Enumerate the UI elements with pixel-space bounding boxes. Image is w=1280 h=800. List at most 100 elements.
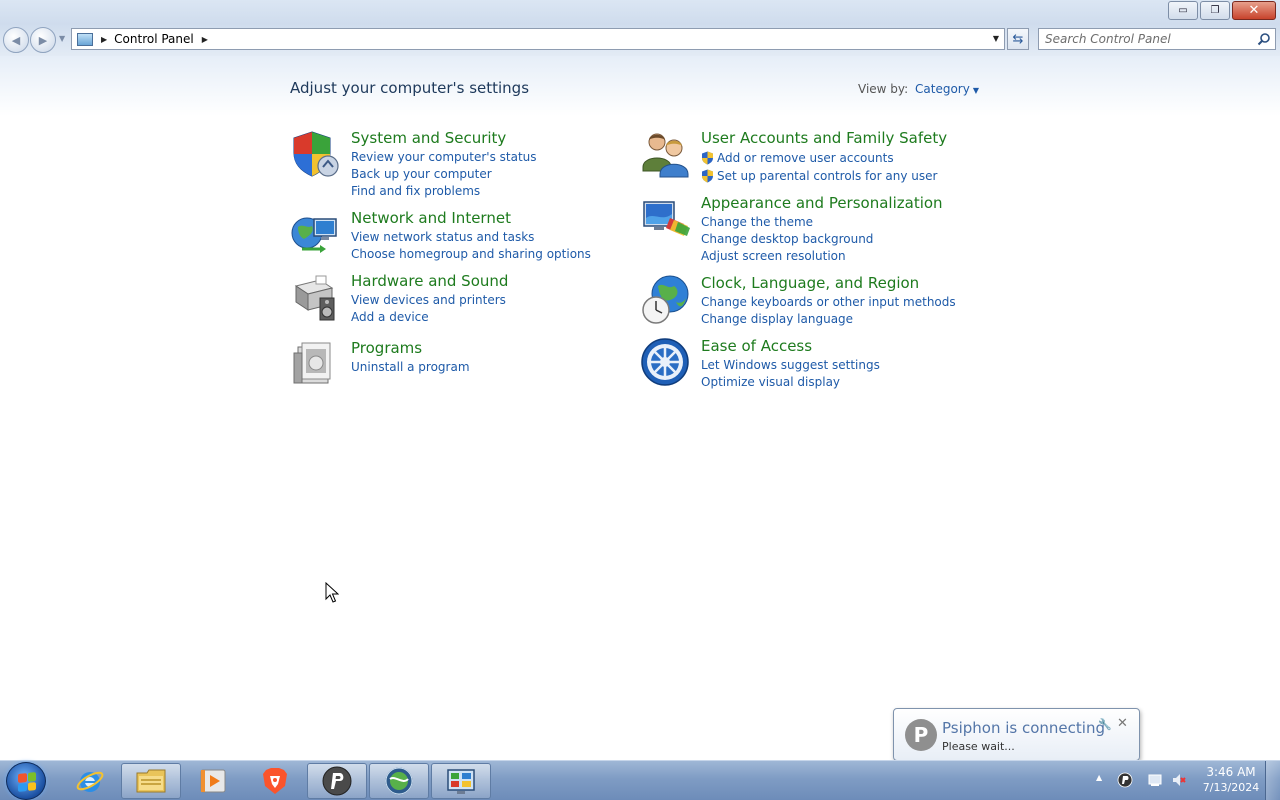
network-globe-icon[interactable] (290, 209, 340, 259)
view-by-label: View by: (858, 82, 909, 96)
category-link[interactable]: Review your computer's status (351, 149, 537, 166)
category-link[interactable]: Let Windows suggest settings (701, 357, 880, 374)
category-link[interactable]: Change the theme (701, 214, 873, 231)
refresh-button[interactable]: ⇆ (1007, 28, 1029, 50)
ease-of-access-icon[interactable] (640, 337, 690, 387)
category-title[interactable]: Programs (351, 339, 422, 357)
uac-shield-icon (702, 169, 713, 183)
maximize-icon: ❐ (1210, 5, 1220, 16)
category-title[interactable]: Hardware and Sound (351, 272, 508, 290)
category-link[interactable]: Add a device (351, 309, 506, 326)
notification-message: Please wait... (942, 740, 1015, 753)
wrench-icon[interactable]: 🔧 (1098, 718, 1112, 731)
brave-icon (263, 768, 287, 794)
clock-time: 3:46 AM (1206, 765, 1256, 779)
category-link[interactable]: Back up your computer (351, 166, 537, 183)
category-link[interactable]: Change keyboards or other input methods (701, 294, 956, 311)
psiphon-notification[interactable]: P Psiphon is connecting Please wait... 🔧… (893, 708, 1140, 770)
navigation-bar: ◀ ▶ ▼ ▶ Control Panel ▶ ▼ ⇆ (0, 24, 1280, 56)
category-link[interactable]: Add or remove user accounts (701, 149, 937, 167)
category-link[interactable]: Adjust screen resolution (701, 248, 873, 265)
taskbar-psiphon[interactable] (307, 763, 367, 799)
notification-title: Psiphon is connecting (942, 719, 1105, 737)
category-link[interactable]: Find and fix problems (351, 183, 537, 200)
printer-speaker-icon[interactable] (290, 272, 340, 322)
network-globe-app-icon (385, 767, 413, 795)
file-explorer-icon (136, 769, 166, 793)
breadcrumb-control-panel[interactable]: Control Panel (114, 32, 194, 46)
taskbar (0, 760, 1280, 800)
taskbar-internet-explorer[interactable] (60, 763, 120, 799)
category-title[interactable]: System and Security (351, 129, 506, 147)
category-link[interactable]: Optimize visual display (701, 374, 880, 391)
search-icon[interactable] (1257, 32, 1271, 46)
shield-security-icon[interactable] (290, 129, 340, 179)
programs-box-icon[interactable] (290, 339, 340, 389)
category-title[interactable]: User Accounts and Family Safety (701, 129, 947, 147)
show-hidden-icons-icon[interactable]: ▲ (1096, 773, 1102, 782)
taskbar-network-app[interactable] (369, 763, 429, 799)
category-link[interactable]: View network status and tasks (351, 229, 591, 246)
category-title[interactable]: Ease of Access (701, 337, 812, 355)
psiphon-icon: P (905, 719, 937, 751)
category-link[interactable]: Uninstall a program (351, 359, 470, 376)
start-button[interactable] (6, 762, 46, 800)
address-bar[interactable]: ▶ Control Panel ▶ ▼ (71, 28, 1005, 50)
users-icon[interactable] (640, 129, 690, 179)
category-link-label: Set up parental controls for any user (717, 169, 938, 183)
monitor-palette-icon[interactable] (640, 194, 690, 244)
uac-shield-icon (702, 151, 713, 165)
maximize-button[interactable]: ❐ (1200, 1, 1230, 20)
psiphon-icon (322, 766, 352, 796)
internet-explorer-icon (76, 771, 104, 792)
arrow-right-icon: ▶ (38, 33, 48, 47)
volume-muted-icon[interactable] (1171, 772, 1187, 788)
category-link-label: Add or remove user accounts (717, 151, 894, 165)
system-clock[interactable]: 3:46 AM 7/13/2024 (1196, 764, 1266, 796)
media-player-icon (200, 769, 226, 793)
view-by-dropdown[interactable]: Category ▼ (915, 82, 979, 96)
category-link[interactable]: Change display language (701, 311, 956, 328)
search-input[interactable] (1039, 29, 1249, 49)
category-title[interactable]: Network and Internet (351, 209, 511, 227)
view-by-value: Category (915, 82, 970, 96)
window-controls: ▭ ❐ ✕ (1166, 1, 1276, 20)
control-panel-content: Adjust your computer's settings View by:… (0, 56, 1280, 760)
category-link[interactable]: Choose homegroup and sharing options (351, 246, 591, 263)
search-box[interactable] (1038, 28, 1276, 50)
taskbar-brave[interactable] (245, 763, 305, 799)
refresh-icon: ⇆ (1012, 31, 1024, 47)
page-title: Adjust your computer's settings (290, 79, 530, 97)
address-dropdown-icon[interactable]: ▼ (993, 34, 999, 43)
close-icon: ✕ (1248, 3, 1260, 18)
dropdown-caret-icon: ▼ (972, 86, 979, 95)
breadcrumb-chevron-icon[interactable]: ▶ (202, 35, 208, 44)
mouse-cursor-icon (325, 582, 339, 603)
taskbar-media-player[interactable] (183, 763, 243, 799)
action-center-icon[interactable] (1147, 772, 1163, 788)
category-title[interactable]: Appearance and Personalization (701, 194, 943, 212)
recent-pages-dropdown[interactable]: ▼ (59, 34, 65, 43)
control-panel-app-icon (447, 769, 475, 794)
category-link[interactable]: Change desktop background (701, 231, 873, 248)
back-button[interactable]: ◀ (3, 27, 29, 53)
control-panel-icon (77, 32, 93, 46)
category-title[interactable]: Clock, Language, and Region (701, 274, 919, 292)
arrow-left-icon: ◀ (11, 33, 21, 47)
breadcrumb-separator-icon[interactable]: ▶ (101, 35, 107, 44)
clock-date: 7/13/2024 (1202, 781, 1260, 794)
notification-close-icon[interactable]: ✕ (1117, 716, 1128, 731)
title-bar: ▭ ❐ ✕ (0, 0, 1280, 24)
category-link[interactable]: View devices and printers (351, 292, 506, 309)
taskbar-file-explorer[interactable] (121, 763, 181, 799)
close-button[interactable]: ✕ (1232, 1, 1276, 20)
minimize-button[interactable]: ▭ (1168, 1, 1198, 20)
psiphon-tray-icon[interactable] (1117, 772, 1133, 788)
clock-globe-icon[interactable] (640, 274, 690, 324)
show-desktop-button[interactable] (1265, 761, 1280, 800)
minimize-icon: ▭ (1178, 5, 1188, 16)
category-link[interactable]: Set up parental controls for any user (701, 167, 937, 185)
taskbar-control-panel[interactable] (431, 763, 491, 799)
windows-logo-icon (18, 772, 36, 792)
forward-button[interactable]: ▶ (30, 27, 56, 53)
